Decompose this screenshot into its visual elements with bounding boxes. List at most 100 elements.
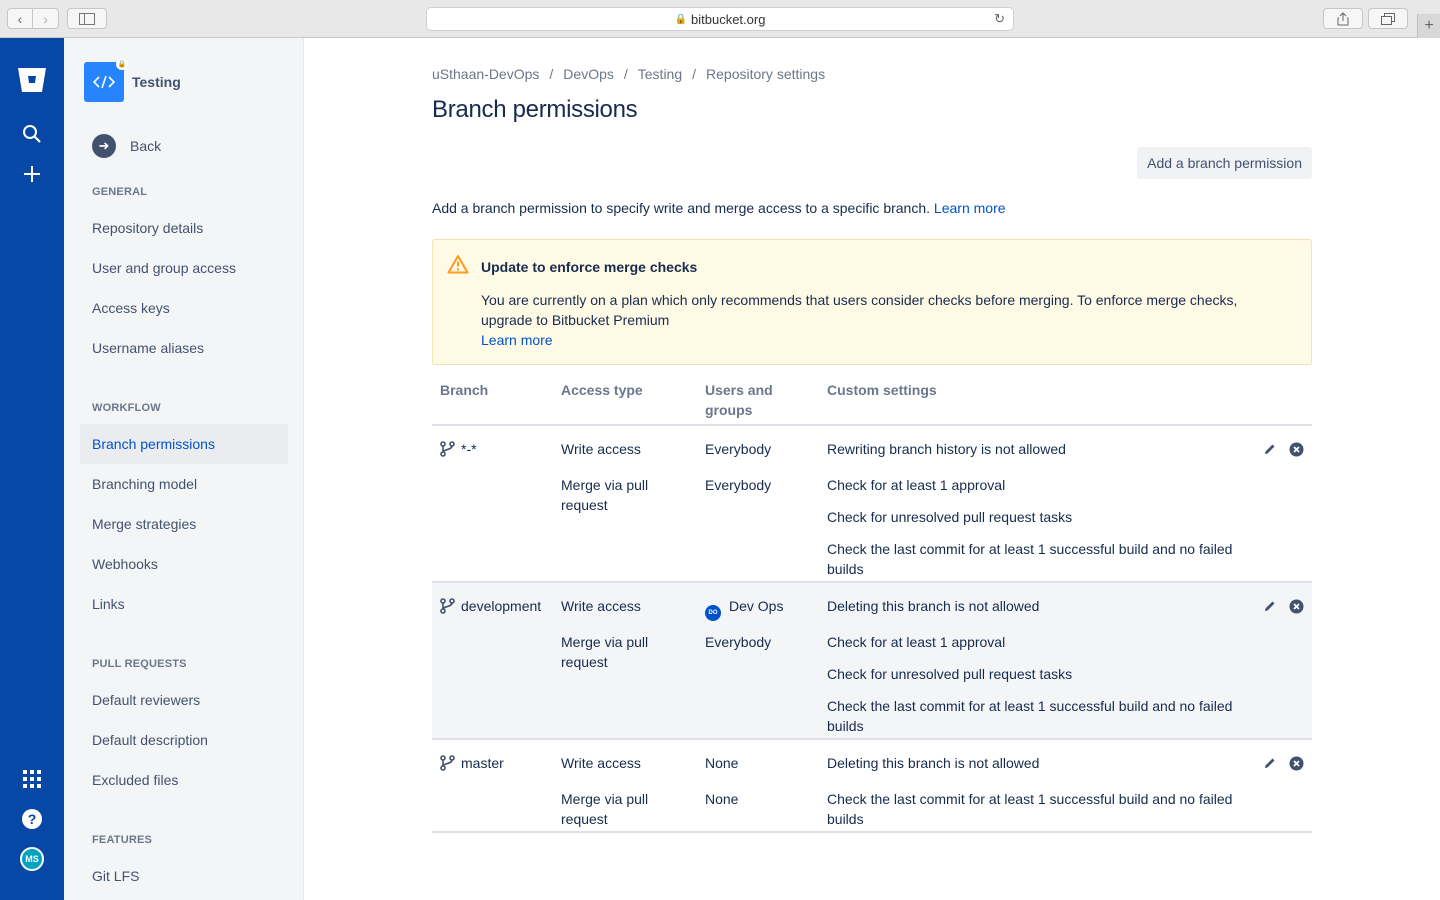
repository-header[interactable]: 🔒 Testing [84,58,181,102]
section-title-features: FEATURES [92,834,153,846]
global-navigation: ? MS [0,38,64,900]
breadcrumb-project[interactable]: DevOps [563,66,614,82]
section-title-pull-requests: PULL REQUESTS [92,658,187,670]
private-lock-icon: 🔒 [116,58,128,70]
section-title-general: GENERAL [92,186,148,198]
merge-access-label: Merge via pull request [561,477,649,513]
column-header-access-type: Access type [561,382,643,398]
write-access-users: Everybody [705,441,772,457]
back-button[interactable]: ➜ Back [92,134,161,158]
group-avatar: DO [705,605,721,621]
address-text: bitbucket.org [691,11,766,27]
share-button[interactable] [1323,8,1363,29]
sidebar-item-webhooks[interactable]: Webhooks [80,544,288,584]
sidebar-item-repository-details[interactable]: Repository details [80,208,288,248]
delete-icon[interactable] [1288,598,1304,614]
address-bar[interactable]: 🔒 bitbucket.org ↻ [426,7,1014,31]
delete-icon[interactable] [1288,441,1304,457]
table-row: master Write access None Deleting this b… [432,740,1312,833]
custom-setting: Check for unresolved pull request tasks [827,666,1073,682]
table-row: development Write access DO Dev Ops Delet… [432,583,1312,740]
group-name: Dev Ops [729,598,784,614]
intro-description: Add a branch permission to specify write… [432,200,931,216]
show-tabs-button[interactable] [1368,8,1408,29]
repository-avatar: 🔒 [84,58,128,102]
arrow-left-icon: ➜ [92,134,116,158]
tabs-icon [1381,12,1395,25]
column-header-users-groups: Users and groups [705,382,773,418]
write-access-users: None [705,755,739,771]
branch-name: master [461,755,504,771]
write-access-label: Write access [561,755,641,771]
branch-pattern: *-* [461,441,477,457]
browser-forward-button[interactable]: › [33,8,59,29]
branch-name: development [461,598,542,614]
section-title-workflow: WORKFLOW [92,402,161,414]
warning-body: You are currently on a plan which only r… [481,290,1291,350]
custom-setting: Deleting this branch is not allowed [827,598,1040,614]
branch-icon [440,755,455,771]
sidebar-item-username-aliases[interactable]: Username aliases [80,328,288,368]
custom-setting: Check for unresolved pull request tasks [827,509,1073,525]
new-tab-button[interactable]: + [1417,14,1440,38]
edit-icon[interactable] [1262,598,1278,614]
warning-learn-more-link[interactable]: Learn more [481,332,553,348]
branch-cell: *-* [440,439,477,459]
edit-icon[interactable] [1262,441,1278,457]
code-icon [93,75,115,89]
warning-icon [447,255,469,274]
breadcrumb: uSthaan-DevOps / DevOps / Testing / Repository… [432,66,826,82]
search-icon[interactable] [16,118,48,150]
create-icon[interactable] [16,158,48,190]
repository-sidebar: 🔒 Testing ➜ Back GENERAL Repository deta… [64,38,304,900]
help-icon[interactable]: ? [16,803,48,835]
custom-setting: Check the last commit for at least 1 suc… [827,791,1233,827]
sidebar-item-links[interactable]: Links [80,584,288,624]
breadcrumb-workspace[interactable]: uSthaan-DevOps [432,66,539,82]
merge-access-label: Merge via pull request [561,791,649,827]
merge-access-users: None [705,791,739,807]
sidebar-item-merge-strategies[interactable]: Merge strategies [80,504,288,544]
custom-setting: Check the last commit for at least 1 suc… [827,698,1233,734]
breadcrumb-settings[interactable]: Repository settings [706,66,825,82]
merge-access-users: Everybody [705,477,772,493]
branch-icon [440,598,455,614]
warning-banner: Update to enforce merge checks You are c… [432,239,1312,365]
repository-name: Testing [132,74,181,90]
sidebar-item-default-description[interactable]: Default description [80,720,288,760]
sidebar-item-branch-permissions[interactable]: Branch permissions [80,424,288,464]
bitbucket-logo-icon[interactable] [16,64,48,96]
write-access-users: DO Dev Ops [705,596,783,621]
table-row: *-* Write access Everybody Rewriting bra… [432,426,1312,583]
column-header-custom-settings: Custom settings [827,382,937,398]
branch-icon [440,441,455,457]
column-header-branch: Branch [440,382,489,398]
branch-cell: master [440,753,504,773]
sidebar-item-git-lfs[interactable]: Git LFS [80,856,288,896]
write-access-label: Write access [561,441,641,457]
browser-back-button[interactable]: ‹ [7,8,33,29]
custom-setting: Check the last commit for at least 1 suc… [827,541,1233,577]
lock-icon: 🔒 [674,13,687,25]
intro-text: Add a branch permission to specify write… [432,200,1006,216]
merge-access-users: Everybody [705,634,772,650]
breadcrumb-repository[interactable]: Testing [638,66,682,82]
sidebar-item-user-group-access[interactable]: User and group access [80,248,288,288]
sidebar-item-access-keys[interactable]: Access keys [80,288,288,328]
sidebar-item-default-reviewers[interactable]: Default reviewers [80,680,288,720]
edit-icon[interactable] [1262,755,1278,771]
delete-icon[interactable] [1288,755,1304,771]
custom-setting: Check for at least 1 approval [827,634,1006,650]
user-avatar[interactable]: MS [16,843,48,875]
sidebar-item-branching-model[interactable]: Branching model [80,464,288,504]
branch-cell: development [440,596,541,616]
add-branch-permission-button[interactable]: Add a branch permission [1137,147,1312,179]
warning-title: Update to enforce merge checks [481,259,698,275]
reload-icon[interactable]: ↻ [994,11,1005,27]
custom-setting: Check for at least 1 approval [827,477,1006,493]
write-access-label: Write access [561,598,641,614]
app-switcher-icon[interactable] [16,763,48,795]
intro-learn-more-link[interactable]: Learn more [934,200,1006,216]
browser-sidebar-button[interactable] [67,8,107,29]
sidebar-item-excluded-files[interactable]: Excluded files [80,760,288,800]
